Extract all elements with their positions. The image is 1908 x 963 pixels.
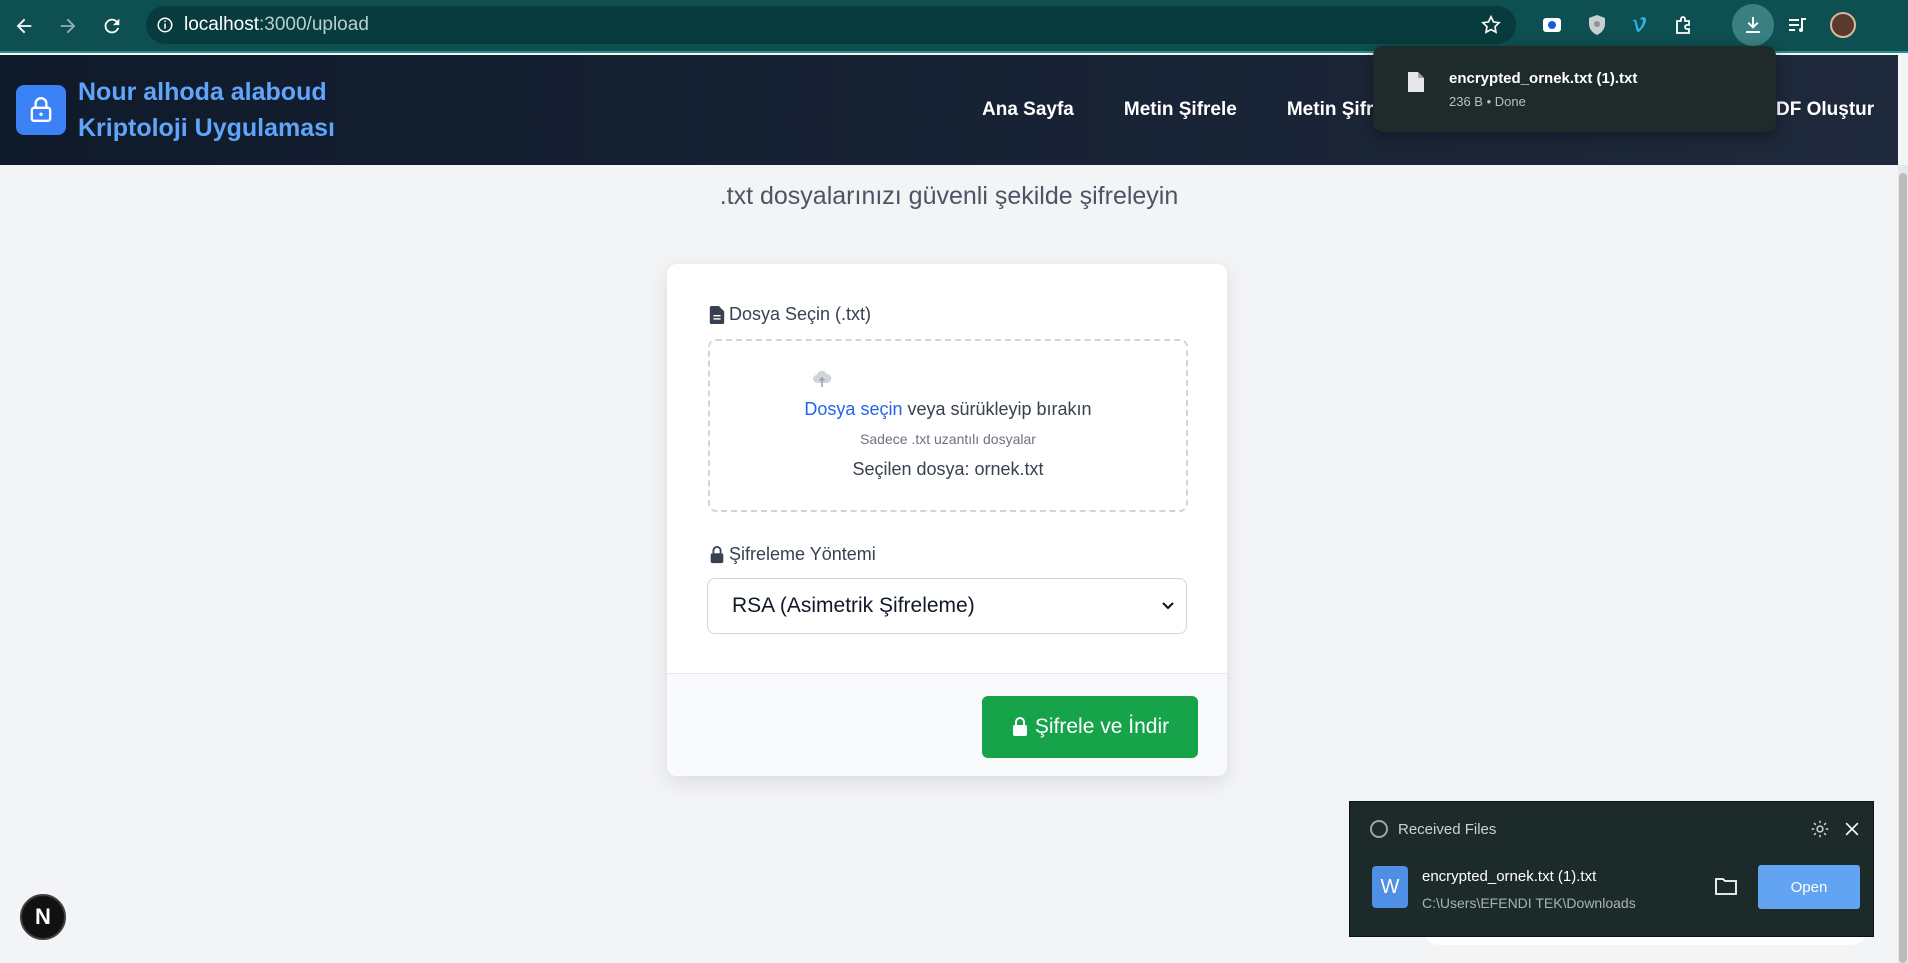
choose-file-link[interactable]: Dosya seçin [804, 399, 902, 419]
app-logo[interactable] [16, 85, 66, 135]
downloads-button[interactable] [1732, 4, 1774, 46]
file-icon [709, 305, 725, 324]
upload-card: Dosya Seçin (.txt) Dosya seçin veya sürü… [667, 264, 1227, 776]
download-bubble: encrypted_ornek.txt (1).txt 236 B • Done [1373, 46, 1776, 132]
download-icon [1746, 17, 1760, 33]
document-icon [1408, 72, 1424, 92]
gear-icon[interactable] [1810, 819, 1830, 839]
nav-create-pdf[interactable]: DF Oluştur [1776, 55, 1874, 165]
scrollbar-thumb[interactable] [1899, 173, 1907, 963]
forward-button[interactable] [48, 6, 88, 46]
encrypt-download-button[interactable]: Şifrele ve İndir [982, 696, 1198, 758]
extensions-puzzle-icon[interactable] [1668, 8, 1702, 42]
back-button[interactable] [4, 6, 44, 46]
arrow-right-icon [60, 18, 76, 33]
site-info-icon[interactable] [146, 16, 184, 34]
nextjs-dev-badge[interactable]: N [20, 894, 66, 940]
chevron-down-icon [1162, 602, 1174, 610]
reload-button[interactable] [92, 6, 132, 46]
brand-line-2: Kriptoloji Uygulaması [78, 114, 335, 142]
dropzone-prompt: Dosya seçin veya sürükleyip bırakın [804, 399, 1092, 419]
main-menu: Ana Sayfa Metin Şifrele Metin Şifre Çö [982, 55, 1415, 165]
shield-extension-icon[interactable] [1580, 8, 1614, 42]
page-subtitle: .txt dosyalarınızı güvenli şekilde şifre… [719, 182, 1179, 210]
open-file-button[interactable]: Open [1758, 865, 1860, 909]
card-footer: Şifrele ve İndir [667, 673, 1227, 776]
file-dropzone[interactable]: Dosya seçin veya sürükleyip bırakın Sade… [708, 339, 1188, 512]
toast-filename: encrypted_ornek.txt (1).txt [1422, 868, 1597, 885]
received-files-toast: Received Files W encrypted_ornek.txt (1)… [1349, 801, 1874, 937]
bookmark-star-icon[interactable] [1480, 14, 1502, 41]
lock-icon [710, 545, 724, 563]
arrow-left-icon [16, 18, 32, 33]
file-label: Dosya Seçin (.txt) [709, 304, 871, 325]
download-filename[interactable]: encrypted_ornek.txt (1).txt [1449, 70, 1637, 87]
reload-icon [104, 18, 120, 33]
lock-icon [30, 97, 52, 122]
profile-avatar[interactable] [1826, 8, 1860, 42]
page-scrollbar[interactable] [1898, 165, 1908, 963]
media-controls-icon[interactable] [1781, 8, 1815, 42]
nav-home[interactable]: Ana Sayfa [982, 99, 1074, 121]
method-label: Şifreleme Yöntemi [709, 544, 876, 565]
close-icon[interactable] [1842, 819, 1862, 839]
dropzone-hint: Sadece .txt uzantılı dosyalar [860, 431, 1036, 447]
url-text: localhost:3000/upload [184, 14, 369, 35]
cloud-upload-icon [813, 370, 832, 387]
brand-name[interactable]: Nour alhoda alaboud Kriptoloji Uygulamas… [78, 74, 335, 146]
toast-path: C:\Users\EFENDI TEK\Downloads [1422, 895, 1636, 911]
screen-capture-extension-icon[interactable] [1535, 8, 1569, 42]
lock-icon [1012, 717, 1027, 736]
encryption-method-select[interactable]: RSA (Asimetrik Şifreleme) [707, 578, 1187, 634]
folder-icon[interactable] [1714, 876, 1738, 896]
selected-file-text: Seçilen dosya: ornek.txt [852, 459, 1044, 479]
nav-encrypt-text[interactable]: Metin Şifrele [1124, 99, 1237, 121]
brand-line-1: Nour alhoda alaboud [78, 78, 327, 106]
toast-header: Received Files [1370, 820, 1496, 838]
app-status-icon [1370, 820, 1388, 838]
address-bar[interactable]: localhost:3000/upload [146, 6, 1516, 44]
download-meta: 236 B • Done [1449, 94, 1526, 109]
file-app-icon: W [1372, 866, 1408, 908]
vimeo-extension-icon[interactable] [1624, 8, 1658, 42]
